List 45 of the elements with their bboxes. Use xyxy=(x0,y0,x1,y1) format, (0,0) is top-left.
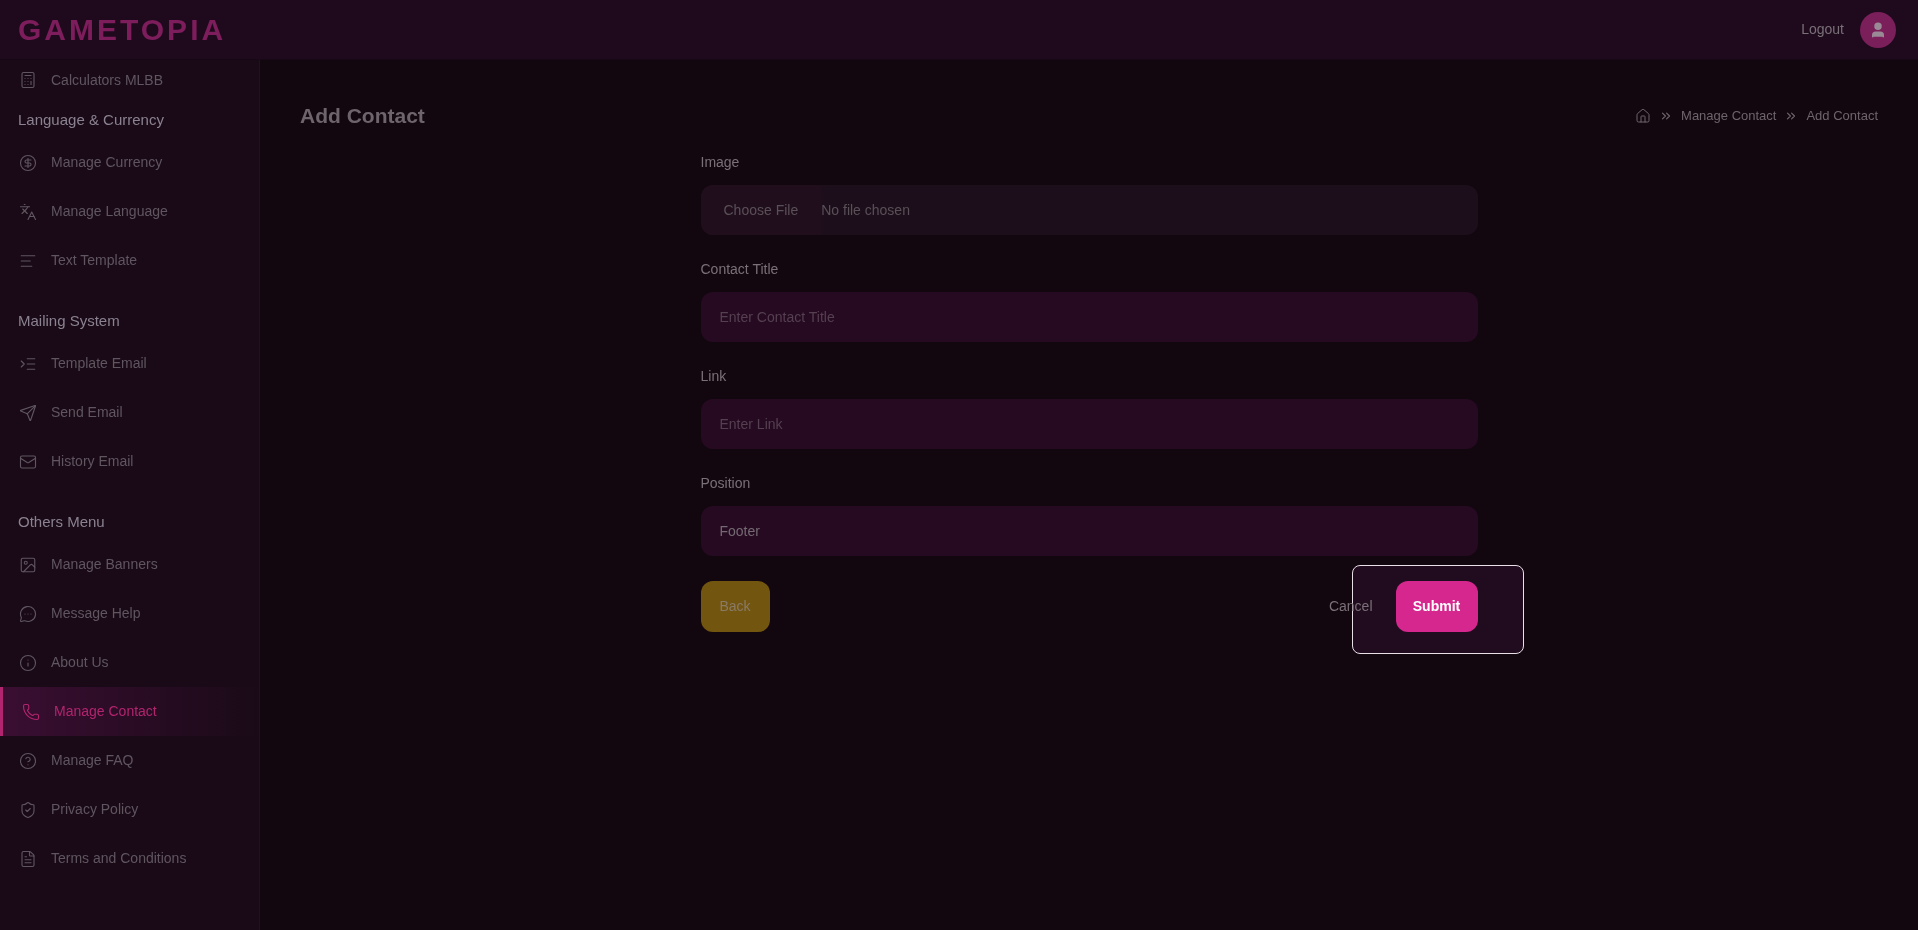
help-icon xyxy=(19,751,37,770)
chat-bubble-icon xyxy=(19,604,37,623)
field-label: Position xyxy=(700,473,752,493)
phone-icon xyxy=(22,702,40,721)
sidebar-item[interactable]: Calculators MLBB xyxy=(0,60,259,100)
mail-icon xyxy=(19,452,37,471)
file-status: No file chosen xyxy=(821,200,910,220)
breadcrumb-item: Add Contact xyxy=(1806,107,1878,126)
field-label: Contact Title xyxy=(700,259,780,279)
section-heading: Others Menu xyxy=(18,511,105,532)
user-icon xyxy=(1869,20,1887,39)
sidebar-item[interactable]: History Email xyxy=(0,437,259,486)
shield-check-icon xyxy=(19,800,37,819)
sidebar-item[interactable]: Text Template xyxy=(0,236,259,285)
image-icon xyxy=(19,555,37,574)
sidebar-item[interactable]: Template Email xyxy=(0,339,259,388)
file-input[interactable]: Choose File No file chosen xyxy=(700,185,1478,235)
field-label: Image xyxy=(700,152,741,172)
sidebar-item[interactable]: Manage Banners xyxy=(0,540,259,589)
select-field[interactable]: Footer xyxy=(700,506,1478,556)
submit-button[interactable]: Submit xyxy=(1395,581,1478,632)
sidebar-item[interactable]: Send Email xyxy=(0,388,259,437)
sidebar-item[interactable]: About Us xyxy=(0,638,259,687)
logo: GAMETOPIA xyxy=(18,12,227,48)
dollar-icon xyxy=(19,153,37,172)
avatar[interactable] xyxy=(1860,11,1896,48)
section-heading: Mailing System xyxy=(18,310,120,331)
sidebar-item[interactable]: Terms and Conditions xyxy=(0,834,259,883)
back-button[interactable]: Back xyxy=(700,581,770,632)
field-label: Link xyxy=(700,366,728,386)
section-heading: Language & Currency xyxy=(18,109,164,130)
sidebar-item[interactable]: Manage Language xyxy=(0,187,259,236)
send-icon xyxy=(19,403,37,422)
sidebar-item[interactable]: Manage FAQ xyxy=(0,736,259,785)
choose-file-button[interactable]: Choose File xyxy=(700,185,822,235)
translate-icon xyxy=(19,202,37,221)
logout-link[interactable]: Logout xyxy=(1801,19,1844,40)
info-icon xyxy=(19,653,37,672)
sidebar-item[interactable]: Manage Currency xyxy=(0,138,259,187)
page-title: Add Contact xyxy=(300,103,425,130)
calculator-icon xyxy=(19,71,37,89)
breadcrumb-item[interactable]: Manage Contact xyxy=(1681,106,1777,126)
sidebar-item[interactable]: Privacy Policy xyxy=(0,785,259,834)
sidebar-item[interactable]: Message Help xyxy=(0,589,259,638)
document-icon xyxy=(19,849,37,868)
